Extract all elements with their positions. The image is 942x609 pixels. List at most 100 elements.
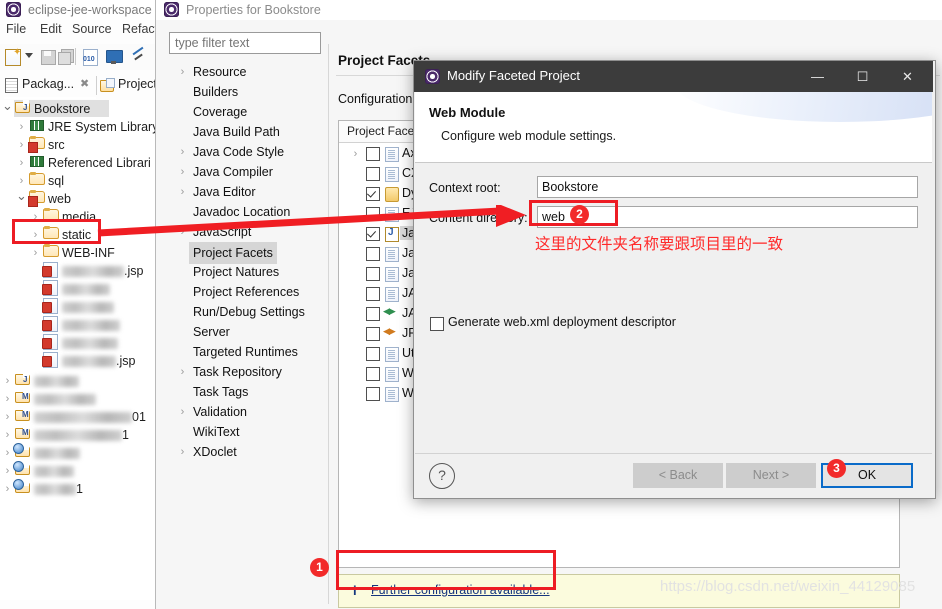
blurred-label [34, 484, 76, 496]
tree-item[interactable] [0, 316, 160, 334]
tree-item[interactable]: › M 1 [0, 426, 160, 444]
tree-item[interactable]: › [0, 461, 160, 480]
package-explorer-tree[interactable]: ⌄ J Bookstore › JRE System Library › src › Refer… [0, 100, 160, 600]
facet-doc-icon [385, 367, 399, 382]
facet-arrow-green-icon [383, 306, 397, 320]
save-icon[interactable] [40, 48, 58, 66]
chevron-right-icon[interactable]: › [177, 183, 188, 201]
facet-checkbox[interactable] [366, 187, 380, 201]
tree-item-label [34, 444, 80, 462]
tree-item[interactable]: › Referenced Librari [0, 154, 160, 172]
nav-item-label: Java Build Path [193, 125, 280, 139]
tree-item[interactable]: › [0, 443, 160, 462]
generate-webxml-checkbox[interactable] [430, 317, 444, 331]
facet-checkbox[interactable] [366, 367, 380, 381]
tab-project[interactable]: Project [100, 74, 160, 97]
close-button[interactable]: ✕ [885, 61, 930, 92]
tree-item-label: Referenced Librari [48, 156, 151, 170]
configuration-label: Configuration [338, 92, 413, 106]
tree-item[interactable]: .jsp [0, 262, 160, 280]
facet-checkbox[interactable] [366, 387, 380, 401]
blurred-label [34, 412, 132, 424]
facet-checkbox[interactable] [366, 327, 380, 341]
chevron-right-icon[interactable]: › [177, 443, 188, 461]
chevron-right-icon[interactable]: › [350, 145, 361, 163]
tab-packag[interactable]: Packag... ✖ [4, 74, 96, 99]
properties-nav-list[interactable]: › Resource Builders Coverage Java Build Path… [169, 62, 321, 532]
tree-item[interactable]: › src [0, 136, 160, 154]
generate-webxml-label: Generate web.xml deployment descriptor [448, 315, 676, 329]
blurred-label [62, 320, 120, 332]
highlight-box-web-folder [12, 219, 101, 244]
jsp-file-icon [43, 298, 59, 314]
chevron-right-icon[interactable]: › [2, 462, 13, 480]
chevron-right-icon[interactable]: › [30, 244, 41, 262]
menu-source[interactable]: Source [72, 22, 112, 36]
chevron-right-icon[interactable]: › [16, 136, 27, 154]
chevron-right-icon[interactable]: › [16, 154, 27, 172]
chevron-right-icon[interactable]: › [2, 372, 13, 390]
save-all-icon[interactable] [58, 48, 76, 66]
tree-item-label: 1 [34, 426, 129, 444]
facet-checkbox[interactable] [366, 287, 380, 301]
chevron-right-icon[interactable]: › [177, 143, 188, 161]
new-file-010-icon[interactable]: 010 [82, 48, 100, 66]
back-button[interactable]: < Back [633, 463, 723, 488]
chevron-right-icon[interactable]: › [16, 118, 27, 136]
maven-project-icon: M [15, 408, 31, 424]
tree-item[interactable]: › 1 [0, 479, 160, 498]
minimize-button[interactable]: — [795, 61, 840, 92]
highlight-box-info-bar [336, 550, 556, 590]
skip-breakpoints-icon[interactable] [130, 46, 148, 66]
facet-checkbox[interactable] [366, 267, 380, 281]
chevron-right-icon[interactable]: › [2, 408, 13, 426]
nav-item-label: WikiText [193, 425, 240, 439]
tree-item[interactable]: › WEB-INF [0, 244, 160, 262]
jsp-file-icon [43, 334, 59, 350]
facet-checkbox[interactable] [366, 307, 380, 321]
maximize-button[interactable]: ☐ [840, 61, 885, 92]
chevron-right-icon[interactable]: › [177, 63, 188, 81]
chevron-down-icon[interactable]: ⌄ [16, 189, 27, 208]
eclipse-icon [425, 69, 440, 84]
chevron-right-icon[interactable]: › [2, 444, 13, 462]
menu-refact[interactable]: Refact [122, 22, 158, 36]
chevron-right-icon[interactable]: › [2, 426, 13, 444]
tree-item[interactable]: ⌄ J Bookstore [0, 100, 160, 118]
tree-item[interactable] [0, 334, 160, 352]
source-folder-icon [28, 136, 45, 153]
tree-item[interactable]: .jsp [0, 352, 160, 370]
modify-faceted-project-dialog: Modify Faceted Project — ☐ ✕ Web Module … [413, 60, 936, 499]
chevron-down-icon[interactable]: ⌄ [2, 100, 13, 118]
facet-checkbox[interactable] [366, 167, 380, 181]
close-icon[interactable]: ✖ [80, 77, 89, 90]
console-icon[interactable] [106, 48, 124, 66]
filter-input[interactable] [169, 32, 321, 54]
facet-checkbox[interactable] [366, 247, 380, 261]
tree-item[interactable] [0, 298, 160, 316]
menu-file[interactable]: File [6, 22, 26, 36]
chevron-right-icon[interactable]: › [2, 480, 13, 498]
menu-edit[interactable]: Edit [40, 22, 62, 36]
tree-item[interactable]: › JRE System Library [0, 118, 160, 136]
folder-icon [43, 244, 59, 260]
chevron-right-icon[interactable]: › [177, 163, 188, 181]
blurred-label [62, 266, 124, 278]
chevron-right-icon[interactable]: › [177, 403, 188, 421]
chevron-right-icon[interactable]: › [177, 363, 188, 381]
facet-checkbox[interactable] [366, 347, 380, 361]
tab-label: Packag... [22, 77, 75, 91]
context-root-input[interactable] [537, 176, 918, 198]
facet-checkbox[interactable] [366, 147, 380, 161]
dropdown-arrow-icon[interactable] [22, 48, 40, 66]
help-question-icon[interactable]: ? [429, 463, 455, 489]
next-button[interactable]: Next > [726, 463, 816, 488]
jsp-file-icon [43, 316, 59, 332]
new-wizard-icon[interactable]: ✦ [5, 47, 23, 66]
tree-item-label: web [48, 192, 71, 206]
chevron-right-icon[interactable]: › [2, 390, 13, 408]
blurred-label [62, 284, 110, 296]
tree-item[interactable] [0, 280, 160, 298]
nav-item-label: Targeted Runtimes [193, 345, 298, 359]
tab-divider [96, 76, 97, 95]
